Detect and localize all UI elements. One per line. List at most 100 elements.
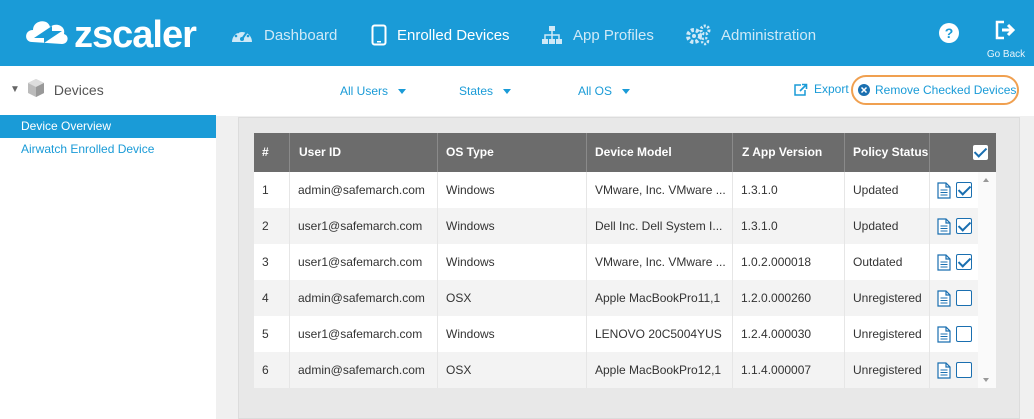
cell-os-type: Windows (438, 316, 587, 352)
cell-policy-status: Outdated (845, 244, 930, 280)
cell-user-id: admin@safemarch.com (290, 172, 438, 208)
cell-device-model: Dell Inc. Dell System I... (587, 208, 733, 244)
column-header-user-id[interactable]: User ID (290, 133, 438, 172)
cell-device-model: VMware, Inc. VMware ... (587, 172, 733, 208)
cell-z-app-version: 1.2.0.000260 (733, 280, 845, 316)
export-button[interactable]: Export (794, 82, 849, 96)
table-row[interactable]: 6 admin@safemarch.com OSX Apple MacBookPro1… (254, 352, 996, 388)
filter-users-dropdown[interactable]: All Users (340, 84, 407, 98)
cell-z-app-version: 1.2.4.000030 (733, 316, 845, 352)
sidebar-item-airwatch[interactable]: Airwatch Enrolled Device (0, 138, 216, 161)
cell-number: 6 (254, 352, 290, 388)
table-row[interactable]: 5 user1@safemarch.com Windows LENOVO 20C500… (254, 316, 996, 352)
brand-name: zscaler (74, 14, 197, 56)
remove-checked-devices-button[interactable]: Remove Checked Devices (851, 75, 1019, 105)
nav-administration[interactable]: Administration (685, 20, 816, 50)
cell-device-model: LENOVO 20C5004YUS (587, 316, 733, 352)
nav-enrolled-devices-label: Enrolled Devices (397, 26, 510, 44)
cell-z-app-version: 1.3.1.0 (733, 208, 845, 244)
export-label: Export (814, 82, 849, 96)
cell-number: 2 (254, 208, 290, 244)
scroll-down-icon[interactable] (983, 378, 989, 382)
column-header-z-app-version[interactable]: Z App Version (733, 133, 845, 172)
zscaler-logo[interactable]: zscaler (22, 12, 197, 56)
table-scrollbar[interactable] (978, 172, 996, 388)
column-header-number[interactable]: # (254, 133, 290, 172)
question-icon: ? (939, 23, 959, 43)
mobile-device-icon (371, 24, 387, 46)
nav-administration-label: Administration (721, 26, 817, 44)
device-details-icon[interactable] (937, 326, 951, 348)
device-details-icon[interactable] (937, 182, 951, 204)
table-row[interactable]: 4 admin@safemarch.com OSX Apple MacBookPro1… (254, 280, 996, 316)
cell-user-id: user1@safemarch.com (290, 244, 438, 280)
table-row[interactable]: 3 user1@safemarch.com Windows VMware, Inc. … (254, 244, 996, 280)
cube-icon (26, 78, 46, 101)
cell-policy-status: Updated (845, 208, 930, 244)
help-button[interactable]: ? (938, 22, 960, 49)
device-details-icon[interactable] (937, 218, 951, 240)
nav-dashboard[interactable]: Dashboard (230, 20, 337, 50)
svg-text:?: ? (945, 25, 954, 41)
cell-os-type: OSX (438, 352, 587, 388)
cell-policy-status: Unregistered (845, 316, 930, 352)
export-icon (794, 83, 808, 96)
cell-os-type: Windows (438, 172, 587, 208)
chevron-down-icon (398, 88, 407, 94)
cell-device-model: VMware, Inc. VMware ... (587, 244, 733, 280)
exit-icon (995, 20, 1016, 40)
filter-os-label: All OS (578, 84, 613, 98)
gears-icon (685, 24, 711, 46)
filter-states-label: States (459, 84, 494, 98)
remove-circle-icon (858, 84, 870, 96)
go-back-button[interactable]: Go Back (984, 20, 1028, 60)
cell-number: 3 (254, 244, 290, 280)
table-header: # User ID OS Type Device Model Z App Ver… (254, 133, 996, 172)
cell-z-app-version: 1.0.2.000018 (733, 244, 845, 280)
filter-os-dropdown[interactable]: All OS (578, 84, 631, 98)
row-checkbox[interactable] (956, 290, 972, 306)
top-bar: zscaler Dashboard Enrolled Devices App P… (0, 0, 1034, 66)
column-header-device-model[interactable]: Device Model (587, 133, 733, 172)
filter-states-dropdown[interactable]: States (459, 84, 512, 98)
device-details-icon[interactable] (937, 290, 951, 312)
cell-user-id: admin@safemarch.com (290, 352, 438, 388)
select-all-checkbox[interactable] (973, 145, 988, 160)
table-row[interactable]: 2 user1@safemarch.com Windows Dell Inc. Del… (254, 208, 996, 244)
remove-checked-devices-label: Remove Checked Devices (875, 83, 1017, 97)
chevron-down-icon (622, 88, 631, 94)
scroll-up-icon[interactable] (983, 178, 989, 182)
chevron-down-icon (503, 88, 512, 94)
row-checkbox[interactable] (956, 218, 972, 234)
cell-user-id: admin@safemarch.com (290, 280, 438, 316)
nav-enrolled-devices[interactable]: Enrolled Devices (371, 20, 510, 50)
row-checkbox[interactable] (956, 182, 972, 198)
row-checkbox[interactable] (956, 326, 972, 342)
row-checkbox[interactable] (956, 362, 972, 378)
cell-policy-status: Unregistered (845, 280, 930, 316)
column-header-os-type[interactable]: OS Type (438, 133, 587, 172)
cell-os-type: Windows (438, 244, 587, 280)
cell-policy-status: Updated (845, 172, 930, 208)
nav-dashboard-label: Dashboard (264, 26, 338, 44)
row-checkbox[interactable] (956, 254, 972, 270)
sidebar-title: Devices (53, 81, 104, 98)
device-details-icon[interactable] (937, 254, 951, 276)
nav-app-profiles[interactable]: App Profiles (541, 20, 654, 50)
device-details-icon[interactable] (937, 362, 951, 384)
sidebar-item-device-overview[interactable]: Device Overview (0, 115, 216, 138)
cell-os-type: OSX (438, 280, 587, 316)
cell-device-model: Apple MacBookPro12,1 (587, 352, 733, 388)
caret-down-icon: ▼ (10, 84, 20, 95)
cell-device-model: Apple MacBookPro11,1 (587, 280, 733, 316)
sidebar: ▼ Devices Device Overview Airwatch Enrol… (0, 66, 216, 419)
sidebar-devices-header[interactable]: ▼ Devices (10, 78, 104, 101)
filter-users-label: All Users (340, 84, 389, 98)
go-back-label: Go Back (986, 49, 1026, 60)
cell-policy-status: Unregistered (845, 352, 930, 388)
column-header-policy-status[interactable]: Policy Status (845, 133, 930, 172)
cell-user-id: user1@safemarch.com (290, 208, 438, 244)
table-row[interactable]: 1 admin@safemarch.com Windows VMware, Inc. … (254, 172, 996, 208)
cell-number: 4 (254, 280, 290, 316)
cell-number: 5 (254, 316, 290, 352)
